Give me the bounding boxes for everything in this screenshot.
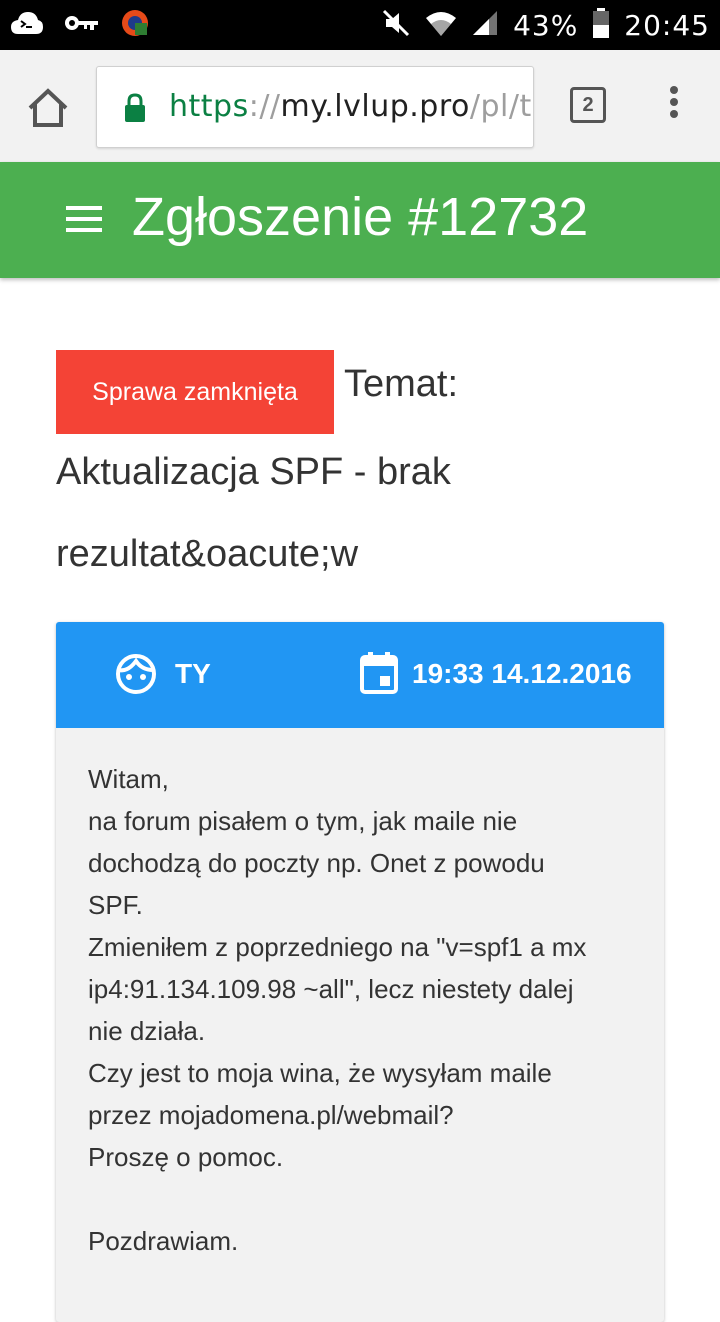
message-line: Proszę o pomoc.: [88, 1142, 284, 1172]
url-text: https://my.lvlup.pro/pl/tick: [169, 89, 533, 124]
message-body: Witam, na forum pisałem o tym, jak maile…: [88, 758, 648, 1262]
clock: 20:45: [624, 8, 710, 42]
status-bar: 43% 20:45: [0, 0, 720, 50]
topic-label: Temat:: [344, 363, 459, 405]
page-title: Zgłoszenie #12732: [132, 187, 589, 247]
battery-icon: [592, 7, 610, 43]
message-line: Witam,: [88, 764, 169, 794]
message-line: przez mojadomena.pl/webmail?: [88, 1100, 454, 1130]
tabs-icon[interactable]: 2: [570, 87, 606, 123]
overflow-menu-icon[interactable]: [662, 86, 686, 126]
message-line: ip4:91.134.109.98 ~all", lecz niestety d…: [88, 974, 574, 1004]
wifi-icon: [425, 8, 457, 43]
url-path: /pl/tick: [469, 89, 533, 124]
message-line: Czy jest to moja wina, że wysyłam maile: [88, 1058, 552, 1088]
message-line: [88, 1178, 648, 1220]
address-bar[interactable]: https://my.lvlup.pro/pl/tick: [96, 66, 534, 148]
status-badge: Sprawa zamknięta: [56, 350, 334, 434]
message-card-header: TY 19:33 14.12.2016: [56, 622, 664, 728]
hamburger-menu-icon[interactable]: [66, 206, 102, 232]
message-line: SPF.: [88, 890, 143, 920]
message-author: TY: [175, 658, 211, 689]
url-host: my.lvlup.pro: [280, 89, 470, 124]
vpn-app-icon: [120, 8, 150, 43]
battery-percentage: 43%: [513, 8, 579, 42]
home-icon[interactable]: [24, 84, 72, 132]
topic-title-line-2: rezultat&oacute;w: [56, 533, 359, 575]
message-line: na forum pisałem o tym, jak maile nie: [88, 806, 518, 836]
face-icon: [114, 652, 158, 696]
message-line: Pozdrawiam.: [88, 1226, 239, 1256]
message-line: nie działa.: [88, 1016, 206, 1046]
topic-title-line-1: Aktualizacja SPF - brak: [56, 451, 451, 493]
status-bar-notifications: [10, 8, 150, 42]
status-bar-system: 43% 20:45: [381, 6, 710, 44]
cloud-icon: [10, 10, 44, 41]
url-separator: ://: [248, 89, 281, 124]
signal-icon: [471, 9, 499, 42]
url-scheme: https: [169, 89, 249, 124]
calendar-icon: [360, 652, 398, 694]
lock-icon: [123, 93, 147, 128]
message-card: TY 19:33 14.12.2016 Witam, na forum pisa…: [56, 622, 664, 1322]
mute-icon: [381, 8, 411, 43]
message-line: Zmieniłem z poprzedniego na "v=spf1 a mx: [88, 932, 587, 962]
app-bar: Zgłoszenie #12732: [0, 162, 720, 278]
message-datetime: 19:33 14.12.2016: [412, 658, 632, 689]
key-icon: [64, 13, 100, 38]
message-line: dochodzą do poczty np. Onet z powodu: [88, 848, 545, 878]
browser-toolbar: https://my.lvlup.pro/pl/tick 2: [0, 50, 720, 163]
